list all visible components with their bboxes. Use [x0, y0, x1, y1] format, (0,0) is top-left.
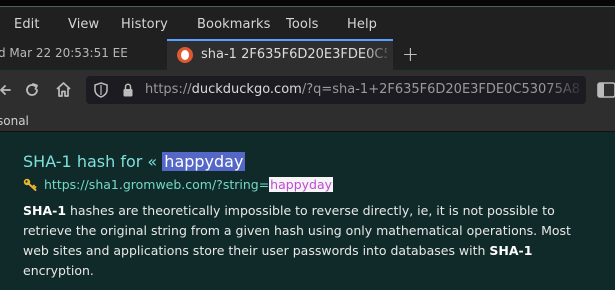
tab-strip: d Mar 22 20:53:51 EE sha-1 2F635F6D20E3F…	[0, 39, 615, 70]
menu-view[interactable]: View	[68, 17, 99, 32]
key-icon	[23, 178, 37, 191]
reload-icon[interactable]	[24, 82, 40, 98]
result-snippet: SHA-1 hashes are theoretically impossibl…	[23, 201, 593, 281]
url-fade	[546, 76, 586, 104]
url-bar[interactable]: https://duckduckgo.com/?q=sha-1+2F635F6D…	[86, 76, 586, 104]
bookmarks-toolbar: sonal	[0, 110, 615, 132]
result-url-link[interactable]: https://sha1.gromweb.com/?string=happyda…	[23, 177, 334, 192]
url-scheme: https://	[145, 82, 192, 97]
result-url-prefix: https://sha1.gromweb.com/?string=	[44, 177, 270, 192]
bookmark-folder-personal[interactable]: sonal	[0, 114, 29, 128]
duckduckgo-icon	[177, 47, 193, 63]
shield-icon[interactable]	[94, 82, 108, 98]
result-url-highlight: happyday	[269, 177, 334, 192]
url-path: /?q=sha-1+2F635F6D20E3FDE0C53075A848	[301, 82, 581, 97]
snippet-bold-2: SHA-1	[489, 243, 533, 258]
url-text[interactable]: https://duckduckgo.com/?q=sha-1+2F635F6D…	[145, 82, 581, 97]
snippet-bold-1: SHA-1	[23, 203, 67, 218]
snippet-text-2: encryption.	[23, 263, 94, 278]
result-title-prefix: SHA-1 hash for «	[23, 152, 163, 171]
menu-bookmarks[interactable]: Bookmarks	[197, 17, 271, 32]
new-tab-button[interactable]: +	[402, 42, 419, 66]
result-title-link[interactable]: SHA-1 hash for « happyday	[23, 152, 246, 171]
menu-edit[interactable]: Edit	[14, 17, 40, 32]
tab-inactive[interactable]: d Mar 22 20:53:51 EE	[0, 39, 166, 69]
tab-inactive-title: d Mar 22 20:53:51 EE	[0, 46, 128, 60]
result-title-highlight: happyday	[162, 152, 246, 171]
home-icon[interactable]	[55, 81, 72, 98]
menu-tools[interactable]: Tools	[286, 17, 319, 32]
menu-bar: Edit View History Bookmarks Tools Help	[0, 8, 615, 39]
url-host: duckduckgo.com	[191, 82, 302, 97]
search-results: SHA-1 hash for « happyday https://sha1.g…	[0, 133, 615, 290]
tab-active-title: sha-1 2F635F6D20E3FDE0C53075A84	[201, 47, 387, 62]
navigation-bar: https://duckduckgo.com/?q=sha-1+2F635F6D…	[0, 70, 615, 110]
window-top-edge	[0, 0, 615, 7]
menu-help[interactable]: Help	[347, 17, 377, 32]
tab-active[interactable]: sha-1 2F635F6D20E3FDE0C53075A84	[167, 39, 393, 70]
tab-title-fade	[365, 41, 393, 70]
lock-icon[interactable]	[122, 82, 134, 98]
sidebar-toggle-icon[interactable]	[596, 81, 615, 99]
arrow-left-icon[interactable]	[0, 82, 12, 98]
menu-history[interactable]: History	[121, 17, 168, 32]
